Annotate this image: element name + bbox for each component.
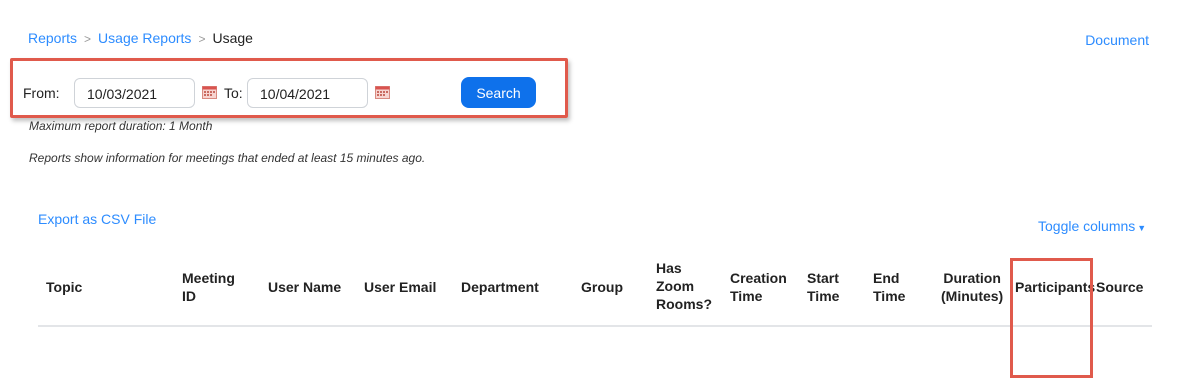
column-header-line: Zoom: [656, 278, 695, 294]
toggle-columns-label: Toggle columns: [1038, 218, 1136, 234]
column-header-group[interactable]: Group: [581, 278, 623, 296]
breadcrumb-separator: >: [198, 32, 206, 46]
breadcrumb-reports-link[interactable]: Reports: [28, 30, 77, 46]
max-duration-note: Maximum report duration: 1 Month: [29, 119, 213, 133]
export-csv-link[interactable]: Export as CSV File: [38, 211, 156, 227]
column-header-line: Meeting: [182, 270, 235, 286]
column-header-line: Time: [807, 288, 840, 304]
column-header-line: (Minutes): [941, 288, 1004, 304]
column-header-department[interactable]: Department: [461, 278, 539, 296]
toggle-columns-dropdown[interactable]: Toggle columns ▼: [1038, 218, 1146, 234]
column-header-topic[interactable]: Topic: [46, 278, 82, 296]
column-header-creation-time[interactable]: Creation Time: [730, 269, 787, 305]
document-link[interactable]: Document: [1085, 32, 1149, 48]
column-header-duration[interactable]: Duration (Minutes): [941, 269, 1003, 305]
column-header-line: Time: [873, 288, 906, 304]
column-header-line: End: [873, 270, 900, 286]
calendar-icon[interactable]: [375, 86, 390, 99]
column-header-line: Time: [730, 288, 763, 304]
column-header-end-time[interactable]: End Time: [873, 269, 905, 305]
breadcrumb-usage-reports-link[interactable]: Usage Reports: [98, 30, 191, 46]
participants-highlight: [1010, 258, 1093, 378]
column-header-meeting-id[interactable]: Meeting ID: [182, 269, 235, 305]
breadcrumb: Reports > Usage Reports > Usage: [28, 30, 253, 46]
calendar-icon[interactable]: [202, 86, 217, 99]
column-header-start-time[interactable]: Start Time: [807, 269, 839, 305]
report-info-note: Reports show information for meetings th…: [29, 151, 426, 165]
breadcrumb-separator: >: [84, 32, 92, 46]
breadcrumb-current: Usage: [212, 30, 253, 46]
column-header-source[interactable]: Source: [1096, 278, 1143, 296]
column-header-user-name[interactable]: User Name: [268, 278, 341, 296]
column-header-user-email[interactable]: User Email: [364, 278, 436, 296]
to-label: To:: [224, 85, 243, 101]
column-header-line: Has: [656, 260, 682, 276]
search-button[interactable]: Search: [461, 77, 536, 108]
from-label: From:: [23, 85, 60, 101]
to-date-input[interactable]: 10/04/2021: [247, 78, 368, 108]
column-header-line: Duration: [943, 270, 1001, 286]
column-header-line: ID: [182, 288, 196, 304]
from-date-input[interactable]: 10/03/2021: [74, 78, 195, 108]
column-header-line: Start: [807, 270, 839, 286]
caret-down-icon: ▼: [1137, 223, 1147, 233]
column-header-has-zoom-rooms[interactable]: Has Zoom Rooms?: [656, 259, 712, 313]
column-header-line: Rooms?: [656, 296, 712, 312]
table-header-divider: [38, 325, 1152, 327]
column-header-line: Creation: [730, 270, 787, 286]
